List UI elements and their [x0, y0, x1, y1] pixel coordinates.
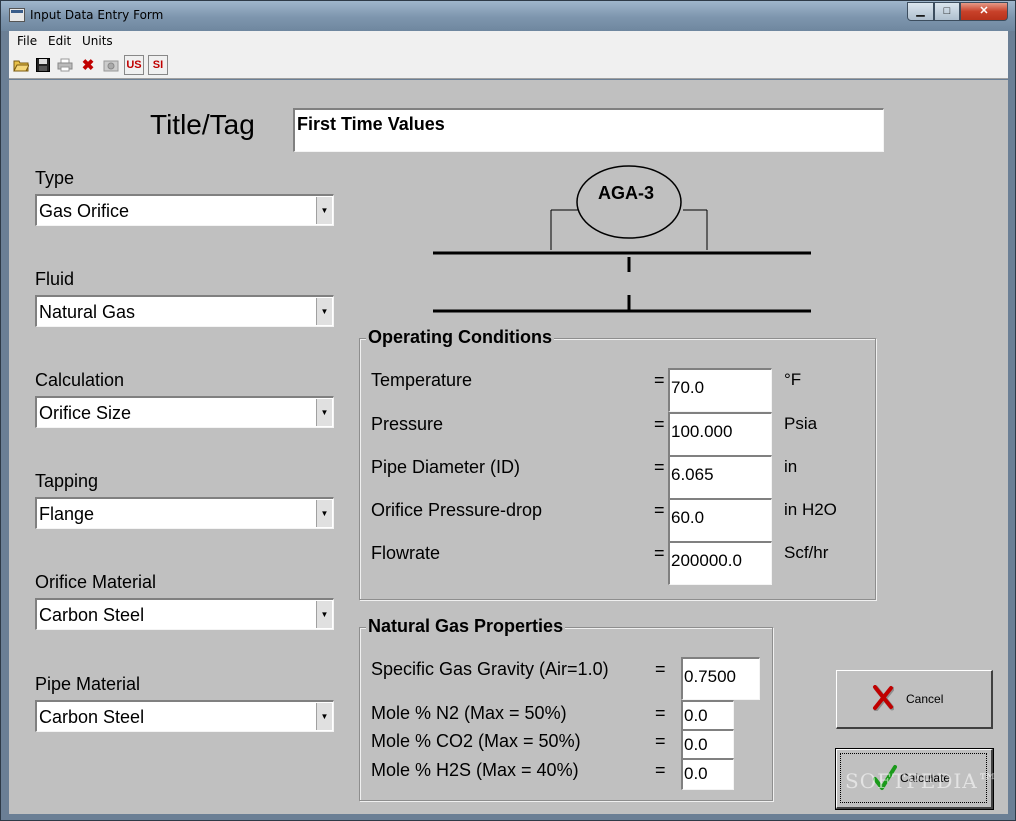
app-icon — [9, 8, 25, 22]
pipe-material-select[interactable]: Carbon Steel ▼ — [35, 700, 334, 732]
type-label: Type — [35, 168, 75, 188]
mole-n2-equals: = — [655, 703, 666, 723]
menu-file[interactable]: File — [17, 34, 37, 48]
chevron-down-icon[interactable]: ▼ — [316, 298, 332, 325]
mole-h2s-label: Mole % H2S (Max = 40%) — [371, 760, 579, 780]
calculation-value: Orifice Size — [39, 403, 132, 423]
pressure-unit: Psia — [784, 414, 818, 433]
menu-edit[interactable]: Edit — [48, 34, 71, 48]
chevron-down-icon[interactable]: ▼ — [316, 601, 332, 628]
specific-gravity-input[interactable]: 0.7500 — [681, 657, 760, 700]
units-si-icon[interactable]: SI — [148, 55, 168, 75]
units-us-icon[interactable]: US — [124, 55, 144, 75]
temperature-equals: = — [654, 370, 665, 390]
pressure-equals: = — [654, 414, 665, 434]
delete-icon[interactable]: ✖ — [78, 55, 98, 75]
operating-conditions-title: Operating Conditions — [366, 327, 554, 348]
pressure-drop-unit: in H2O — [784, 500, 837, 519]
chevron-down-icon[interactable]: ▼ — [316, 197, 332, 224]
close-button[interactable]: ✕ — [960, 2, 1008, 21]
mole-h2s-input[interactable]: 0.0 — [681, 758, 734, 790]
flowrate-input[interactable]: 200000.0 — [668, 541, 772, 585]
orifice-material-label: Orifice Material — [35, 572, 157, 592]
pressure-drop-input[interactable]: 60.0 — [668, 498, 772, 542]
save-icon[interactable] — [33, 55, 53, 75]
cancel-button[interactable]: Cancel — [836, 670, 993, 729]
cancel-label: Cancel — [906, 692, 944, 706]
fluid-value: Natural Gas — [39, 302, 136, 322]
calculation-select[interactable]: Orifice Size ▼ — [35, 396, 334, 428]
pressure-drop-label: Orifice Pressure-drop — [371, 500, 543, 520]
flowrate-unit: Scf/hr — [784, 543, 829, 562]
app-window: Input Data Entry Form ▁ □ ✕ File Edit Un… — [0, 0, 1016, 821]
mole-h2s-equals: = — [655, 760, 666, 780]
pressure-label: Pressure — [371, 414, 444, 434]
open-folder-icon[interactable] — [11, 55, 31, 75]
title-tag-input[interactable]: First Time Values — [293, 108, 884, 152]
flowrate-label: Flowrate — [371, 543, 441, 563]
title-bar[interactable]: Input Data Entry Form ▁ □ ✕ — [1, 1, 1015, 31]
chevron-down-icon[interactable]: ▼ — [316, 500, 332, 527]
temperature-label: Temperature — [371, 370, 473, 390]
maximize-button[interactable]: □ — [934, 2, 960, 21]
specific-gravity-equals: = — [655, 659, 666, 679]
pipe-material-label: Pipe Material — [35, 674, 141, 694]
toolbar: ✖ US SI — [9, 51, 1008, 79]
menu-bar: File Edit Units — [9, 31, 1008, 51]
type-select[interactable]: Gas Orifice ▼ — [35, 194, 334, 226]
pipe-material-value: Carbon Steel — [39, 707, 145, 727]
softpedia-watermark: SOFTPEDIA™ — [845, 769, 999, 793]
title-tag-label: Title/Tag — [150, 109, 255, 140]
temperature-unit: °F — [784, 370, 802, 389]
minimize-button[interactable]: ▁ — [907, 2, 934, 21]
mole-co2-equals: = — [655, 731, 666, 751]
flowrate-equals: = — [654, 543, 665, 563]
form-client-area: Title/Tag First Time Values Type Gas Ori… — [9, 80, 1008, 814]
mole-co2-label: Mole % CO2 (Max = 50%) — [371, 731, 581, 751]
calculate-button[interactable]: Calculate SOFTPEDIA™ — [835, 748, 998, 810]
orifice-material-select[interactable]: Carbon Steel ▼ — [35, 598, 334, 630]
pipe-diameter-input[interactable]: 6.065 — [668, 455, 772, 499]
chevron-down-icon[interactable]: ▼ — [316, 399, 332, 426]
pipe-diameter-equals: = — [654, 457, 665, 477]
menu-units[interactable]: Units — [82, 34, 113, 48]
pressure-input[interactable]: 100.000 — [668, 412, 772, 456]
tapping-select[interactable]: Flange ▼ — [35, 497, 334, 529]
pressure-drop-equals: = — [654, 500, 665, 520]
camera-icon[interactable] — [101, 55, 121, 75]
type-value: Gas Orifice — [39, 201, 130, 221]
pipe-diameter-label: Pipe Diameter (ID) — [371, 457, 521, 477]
fluid-select[interactable]: Natural Gas ▼ — [35, 295, 334, 327]
fluid-label: Fluid — [35, 269, 75, 289]
calculation-label: Calculation — [35, 370, 125, 390]
mole-n2-label: Mole % N2 (Max = 50%) — [371, 703, 567, 723]
gas-properties-title: Natural Gas Properties — [366, 616, 566, 637]
window-title: Input Data Entry Form — [30, 8, 164, 22]
title-tag-value: First Time Values — [297, 114, 445, 134]
pipe-diameter-unit: in — [784, 457, 798, 476]
meter-label: AGA-3 — [598, 183, 655, 203]
orifice-material-value: Carbon Steel — [39, 605, 145, 625]
mole-n2-input[interactable]: 0.0 — [681, 700, 734, 732]
specific-gravity-label: Specific Gas Gravity (Air=1.0) — [371, 659, 609, 679]
tapping-value: Flange — [39, 504, 95, 524]
tapping-label: Tapping — [35, 471, 99, 491]
cancel-x-icon — [873, 685, 894, 711]
temperature-input[interactable]: 70.0 — [668, 368, 772, 412]
mole-co2-input[interactable]: 0.0 — [681, 729, 734, 761]
print-icon[interactable] — [55, 55, 75, 75]
chevron-down-icon[interactable]: ▼ — [316, 703, 332, 730]
